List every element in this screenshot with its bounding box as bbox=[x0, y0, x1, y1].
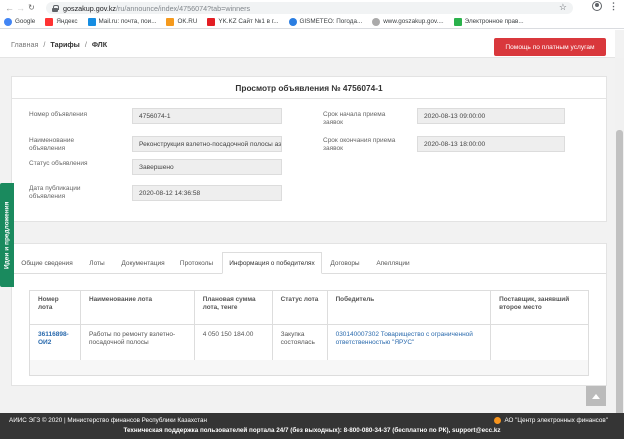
bookmark-gismeteo[interactable]: GISMETEO: Погода... bbox=[288, 17, 362, 26]
start-date-field: 2020-08-13 09:00:00 bbox=[417, 108, 565, 124]
name-label: Наименование объявления bbox=[29, 137, 75, 152]
table-footer-row bbox=[29, 360, 589, 376]
url-host: goszakup.gov.kz bbox=[63, 3, 117, 13]
yandex-icon bbox=[45, 17, 54, 26]
scrollbar[interactable] bbox=[615, 58, 624, 420]
google-icon bbox=[4, 17, 12, 26]
breadcrumb-separator: / bbox=[84, 40, 87, 49]
yk-icon bbox=[207, 17, 216, 26]
bookmark-star-icon[interactable]: ☆ bbox=[559, 2, 567, 13]
header-lot-name: Наименование лота bbox=[79, 290, 195, 325]
bookmark-yandex[interactable]: Яндекс bbox=[45, 17, 78, 26]
footer-copyright: АИИС ЭГЗ © 2020 | Министерство финансов … bbox=[9, 417, 207, 424]
scrollbar-thumb[interactable] bbox=[616, 130, 623, 420]
announcement-card: Просмотр объявления № 4756074-1 Номер об… bbox=[11, 76, 607, 222]
end-date-label: Срок окончания приема заявок bbox=[323, 137, 396, 152]
browser-toolbar: ← → ↻ goszakup.gov.kz/ru/announce/index/… bbox=[0, 0, 624, 15]
announcement-title: Просмотр объявления № 4756074-1 bbox=[12, 77, 606, 99]
lot-number-link[interactable]: 36116898-ОИ2 bbox=[38, 331, 69, 346]
back-arrow-icon[interactable]: ← bbox=[4, 3, 15, 13]
forward-arrow-icon[interactable]: → bbox=[15, 3, 26, 13]
amount-cell: 4 050 150 184.00 bbox=[193, 324, 273, 361]
lock-icon bbox=[52, 4, 59, 12]
header-winner: Победитель bbox=[326, 290, 492, 325]
lot-number-cell: 36116898-ОИ2 bbox=[29, 324, 81, 361]
tab-winners-info[interactable]: Информация о победителях bbox=[222, 252, 322, 274]
bookmark-yk[interactable]: YK.KZ Сайт №1 в г... bbox=[207, 17, 279, 26]
reload-icon[interactable]: ↻ bbox=[26, 3, 37, 12]
bookmark-goszakup[interactable]: www.goszakup.gov.... bbox=[372, 17, 444, 26]
menu-kebab-icon[interactable]: ⋮ bbox=[609, 2, 618, 11]
page-content: Главная / Тарифы / ФЛК Помощь по платным… bbox=[0, 30, 624, 420]
header-lot-number: Номер лота bbox=[29, 290, 81, 325]
profile-avatar-icon[interactable] bbox=[592, 1, 602, 11]
footer-company-name: АО "Центр электронных финансов" bbox=[504, 417, 608, 424]
tab-documentation[interactable]: Документация bbox=[115, 252, 171, 274]
header-second-place: Поставщик, занявший второе место bbox=[490, 290, 589, 325]
tabs-card: Общие сведения Лоты Документация Протоко… bbox=[11, 243, 607, 386]
status-label: Статус объявления bbox=[29, 160, 88, 167]
winner-link[interactable]: 030140007302 Товарищество с ограниченной… bbox=[336, 331, 473, 346]
gismeteo-icon bbox=[288, 17, 297, 26]
table-row: 36116898-ОИ2 Работы по ремонту взлетно-п… bbox=[29, 324, 589, 361]
tab-contracts[interactable]: Договоры bbox=[325, 252, 365, 274]
table-header-row: Номер лота Наименование лота Плановая су… bbox=[29, 290, 589, 325]
paid-services-help-button[interactable]: Помощь по платным услугам bbox=[494, 38, 606, 56]
egov-icon bbox=[453, 17, 462, 26]
footer-support: Техническая поддержка пользователей порт… bbox=[123, 427, 501, 434]
header-lot-status: Статус лота bbox=[271, 290, 328, 325]
ok-icon bbox=[166, 17, 175, 26]
tab-appeals[interactable]: Апелляции bbox=[370, 252, 416, 274]
page-footer: АИИС ЭГЗ © 2020 | Министерство финансов … bbox=[0, 413, 624, 439]
publication-date-field: 2020-08-12 14:36:58 bbox=[132, 185, 282, 201]
breadcrumb: Главная / Тарифы / ФЛК bbox=[11, 40, 107, 49]
company-logo-icon bbox=[494, 417, 502, 424]
globe-icon bbox=[372, 17, 381, 26]
footer-company: АО "Центр электронных финансов" bbox=[494, 417, 608, 424]
tabs-bar: Общие сведения Лоты Документация Протоко… bbox=[12, 252, 606, 274]
publication-date-label: Дата публикации объявления bbox=[29, 185, 81, 200]
breadcrumb-home[interactable]: Главная bbox=[11, 40, 38, 49]
bookmark-egov[interactable]: Электронное прав... bbox=[453, 17, 524, 26]
end-date-field: 2020-08-13 18:00:00 bbox=[417, 136, 565, 152]
status-field: Завершено bbox=[132, 159, 282, 175]
bookmark-mail[interactable]: Mail.ru: почта, пои... bbox=[87, 17, 156, 26]
lot-name-cell: Работы по ремонту взлетно-посадочной пол… bbox=[79, 324, 195, 361]
start-date-label: Срок начала приема заявок bbox=[323, 111, 386, 126]
bookmark-google[interactable]: Google bbox=[4, 17, 35, 26]
address-bar[interactable]: goszakup.gov.kz/ru/announce/index/475607… bbox=[46, 2, 573, 14]
header-planned-amount: Плановая сумма лота, тенге bbox=[193, 290, 273, 325]
tab-protocols[interactable]: Протоколы bbox=[174, 252, 219, 274]
status-cell: Закупка состоялась bbox=[271, 324, 328, 361]
tab-general[interactable]: Общие сведения bbox=[16, 252, 78, 274]
tab-lots[interactable]: Лоты bbox=[82, 252, 112, 274]
breadcrumb-separator: / bbox=[43, 40, 46, 49]
number-field: 4756074-1 bbox=[132, 108, 282, 124]
winners-table: Номер лота Наименование лота Плановая су… bbox=[29, 290, 589, 361]
number-label: Номер объявления bbox=[29, 111, 87, 118]
url-path: /ru/announce/index/4756074?tab=winners bbox=[116, 3, 251, 13]
page-topbar: Главная / Тарифы / ФЛК Помощь по платным… bbox=[0, 30, 615, 58]
feedback-tab[interactable]: Идеи и предложения bbox=[0, 183, 14, 287]
bookmark-ok[interactable]: OK.RU bbox=[166, 17, 197, 26]
name-field: Реконструкция взлетно-посадочной полосы … bbox=[132, 136, 282, 152]
scroll-to-top-button[interactable] bbox=[586, 386, 606, 406]
mail-icon bbox=[87, 17, 96, 26]
winner-cell: 030140007302 Товарищество с ограниченной… bbox=[326, 324, 492, 361]
breadcrumb-current: ФЛК bbox=[91, 40, 108, 49]
bookmarks-bar: Google Яндекс Mail.ru: почта, пои... OK.… bbox=[0, 15, 624, 29]
second-place-cell bbox=[490, 324, 589, 361]
breadcrumb-tariffs[interactable]: Тарифы bbox=[50, 40, 79, 49]
